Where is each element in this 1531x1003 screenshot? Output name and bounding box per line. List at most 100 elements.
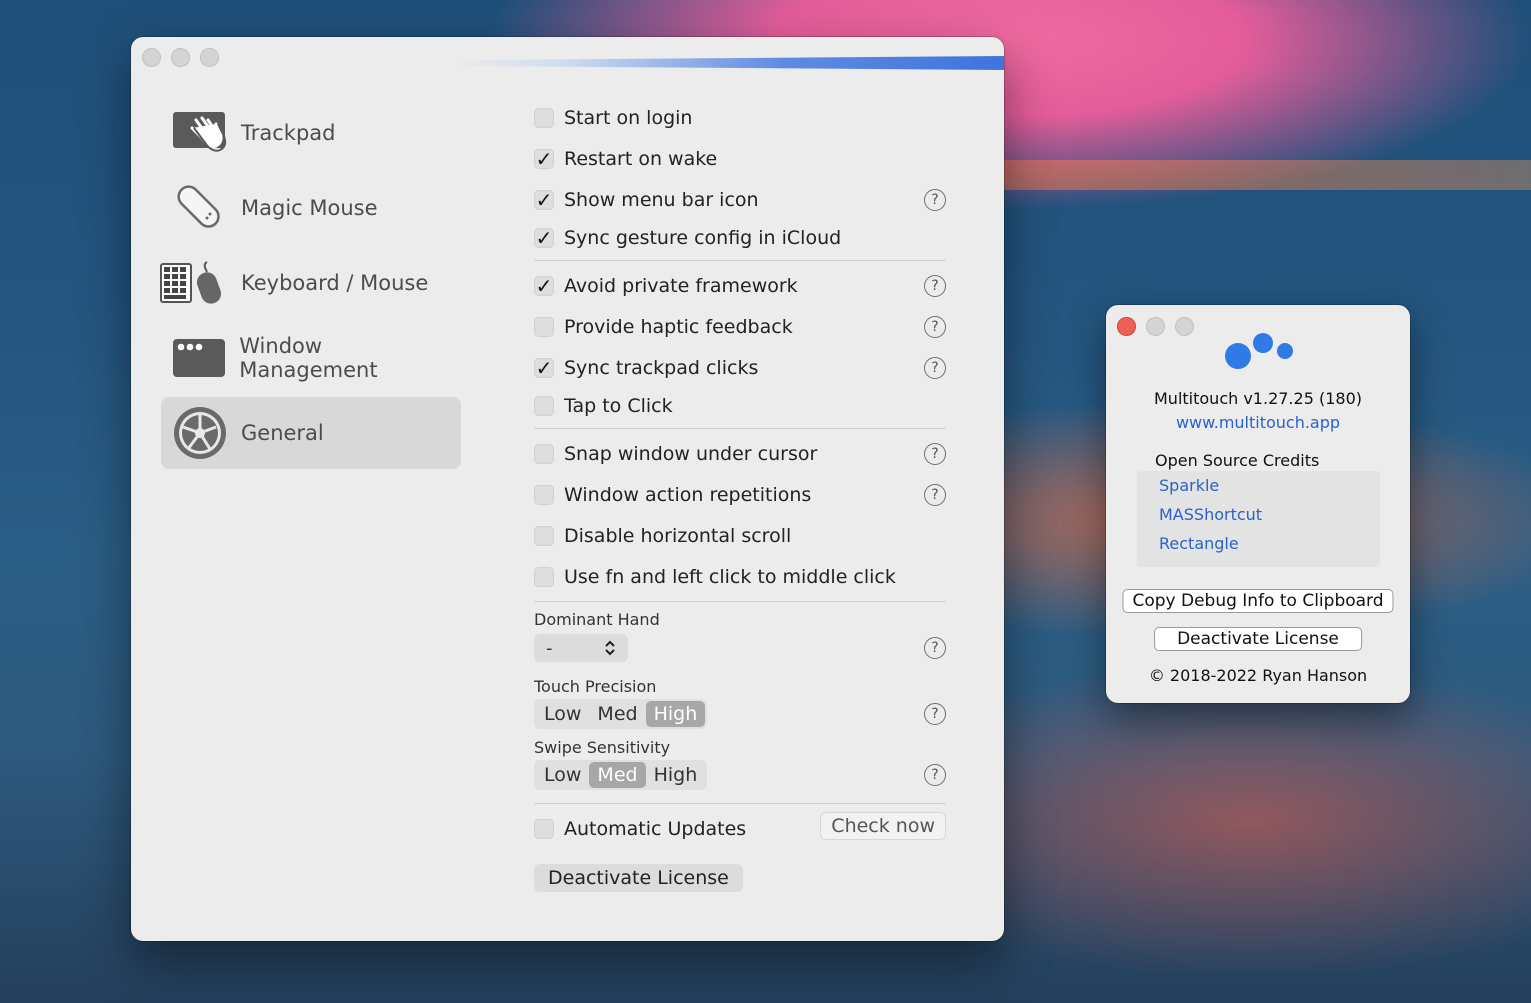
snap-window-checkbox[interactable]	[534, 443, 554, 464]
fn-middle-click-checkbox[interactable]	[534, 566, 554, 587]
provide-haptic-feedback-checkbox[interactable]	[534, 316, 554, 337]
setting-label: Start on login	[564, 106, 693, 129]
sync-trackpad-clicks-checkbox[interactable]: ✓	[534, 356, 554, 380]
sidebar: Trackpad Magic Mouse Keyboard / Mouse Wi…	[160, 97, 461, 472]
help-icon[interactable]: ?	[924, 764, 946, 786]
minimize-button[interactable]	[1146, 317, 1165, 336]
restart-on-wake-checkbox[interactable]: ✓	[534, 147, 554, 171]
setting-row-fn-middle-click: Use fn and left click to middle click	[534, 556, 946, 597]
dominant-hand-value: -	[546, 637, 553, 659]
credits-title: Open Source Credits	[1155, 451, 1320, 470]
sidebar-item-trackpad[interactable]: Trackpad	[161, 97, 461, 169]
close-button[interactable]	[142, 48, 161, 67]
about-deactivate-license-button[interactable]: Deactivate License	[1154, 627, 1362, 651]
website-link[interactable]: www.multitouch.app	[1106, 413, 1410, 432]
setting-row-sync-trackpad-clicks: ✓ Sync trackpad clicks ?	[534, 347, 946, 388]
sidebar-item-keyboard-mouse[interactable]: Keyboard / Mouse	[160, 247, 461, 319]
window-controls	[1117, 317, 1194, 336]
setting-label: Restart on wake	[564, 147, 718, 170]
gear-icon	[167, 400, 233, 466]
divider	[534, 260, 946, 261]
setting-row-tap-to-click: Tap to Click	[534, 388, 946, 424]
avoid-private-framework-checkbox[interactable]: ✓	[534, 274, 554, 298]
show-menu-bar-icon-checkbox[interactable]: ✓	[534, 188, 554, 212]
check-now-button[interactable]: Check now	[820, 812, 946, 840]
copy-debug-info-button[interactable]: Copy Debug Info to Clipboard	[1122, 589, 1394, 613]
setting-row-avoid-private-framework: ✓ Avoid private framework ?	[534, 265, 946, 306]
window-controls	[142, 48, 219, 67]
help-icon[interactable]: ?	[924, 637, 946, 659]
sunset-glow	[990, 160, 1531, 190]
minimize-button[interactable]	[171, 48, 190, 67]
credit-link-masshortcut[interactable]: MASShortcut	[1159, 500, 1380, 529]
setting-label: Avoid private framework	[564, 274, 798, 297]
window-action-repetitions-checkbox[interactable]	[534, 484, 554, 505]
zoom-button[interactable]	[200, 48, 219, 67]
automatic-updates-row: Automatic Updates Check now	[534, 808, 946, 850]
credit-link-sparkle[interactable]: Sparkle	[1159, 471, 1380, 500]
swipe-sensitivity-low[interactable]: Low	[536, 762, 589, 788]
sidebar-item-magic-mouse[interactable]: Magic Mouse	[161, 172, 461, 244]
dominant-hand-label: Dominant Hand	[534, 610, 660, 629]
help-icon[interactable]: ?	[924, 483, 946, 506]
automatic-updates-checkbox[interactable]	[534, 819, 554, 839]
touch-precision-row: Low Med High ?	[534, 696, 946, 732]
general-settings-panel: Start on login ✓ Restart on wake ✓ Show …	[534, 97, 946, 892]
copyright-text: © 2018-2022 Ryan Hanson	[1148, 666, 1368, 685]
sidebar-item-label: Window Management	[239, 334, 378, 382]
updown-chevron-icon	[605, 640, 615, 656]
magic-mouse-icon	[167, 175, 233, 241]
version-text: Multitouch v1.27.25 (180)	[1154, 389, 1362, 408]
swipe-sensitivity-high[interactable]: High	[646, 762, 706, 788]
divider	[534, 601, 946, 602]
help-icon[interactable]: ?	[924, 703, 946, 725]
touch-precision-med[interactable]: Med	[589, 701, 645, 727]
touch-precision-label: Touch Precision	[534, 677, 657, 696]
trackpad-hand-icon	[167, 100, 233, 166]
help-icon[interactable]: ?	[924, 315, 946, 338]
disable-horizontal-scroll-checkbox[interactable]	[534, 525, 554, 546]
sidebar-item-label: Keyboard / Mouse	[241, 271, 429, 295]
dominant-hand-select[interactable]: -	[534, 634, 628, 662]
deactivate-row: Deactivate License	[534, 864, 946, 892]
tap-to-click-checkbox[interactable]	[534, 396, 554, 416]
about-window: Multitouch v1.27.25 (180) www.multitouch…	[1106, 305, 1410, 703]
help-icon[interactable]: ?	[924, 442, 946, 465]
setting-row-restart-on-wake: ✓ Restart on wake	[534, 138, 946, 179]
swipe-sensitivity-label: Swipe Sensitivity	[534, 738, 671, 757]
credit-link-rectangle[interactable]: Rectangle	[1159, 529, 1380, 558]
touch-precision-segmented: Low Med High	[534, 699, 708, 729]
sidebar-item-label: General	[241, 421, 324, 445]
setting-row-snap-window: Snap window under cursor ?	[534, 433, 946, 474]
help-icon[interactable]: ?	[924, 188, 946, 211]
sidebar-item-window-management[interactable]: Window Management	[161, 322, 461, 394]
close-button[interactable]	[1117, 317, 1136, 336]
setting-label: Tap to Click	[564, 395, 673, 417]
sidebar-item-label: Trackpad	[241, 121, 336, 145]
setting-row-show-menu-bar-icon: ✓ Show menu bar icon ?	[534, 179, 946, 220]
deactivate-license-button[interactable]: Deactivate License	[534, 864, 743, 892]
setting-row-provide-haptic-feedback: Provide haptic feedback ?	[534, 306, 946, 347]
setting-row-sync-gesture-config: ✓ Sync gesture config in iCloud	[534, 220, 946, 256]
help-icon[interactable]: ?	[924, 274, 946, 297]
credits-list: Sparkle MASShortcut Rectangle	[1137, 471, 1380, 567]
multitouch-logo-icon	[1225, 333, 1293, 369]
window-icon	[167, 325, 231, 391]
setting-label: Use fn and left click to middle click	[564, 565, 896, 588]
setting-label: Automatic Updates	[564, 818, 747, 840]
setting-label: Show menu bar icon	[564, 188, 759, 211]
swipe-sensitivity-row: Low Med High ?	[534, 757, 946, 793]
swipe-sensitivity-med[interactable]: Med	[589, 762, 646, 788]
help-icon[interactable]: ?	[924, 356, 946, 379]
preferences-window: Trackpad Magic Mouse Keyboard / Mouse Wi…	[131, 37, 1004, 941]
touch-precision-low[interactable]: Low	[536, 701, 589, 727]
touch-precision-high[interactable]: High	[645, 701, 706, 727]
zoom-button[interactable]	[1175, 317, 1194, 336]
divider	[534, 428, 946, 429]
sidebar-item-general[interactable]: General	[161, 397, 461, 469]
setting-label: Disable horizontal scroll	[564, 524, 792, 547]
sync-gesture-config-checkbox[interactable]: ✓	[534, 226, 554, 250]
setting-label: Provide haptic feedback	[564, 315, 793, 338]
swipe-sensitivity-segmented: Low Med High	[534, 760, 708, 790]
start-on-login-checkbox[interactable]	[534, 107, 554, 128]
